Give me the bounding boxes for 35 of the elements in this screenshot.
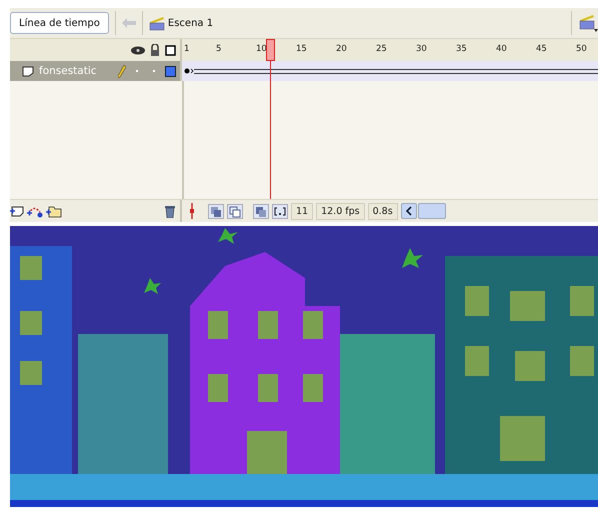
timeline-button[interactable]: Línea de tiempo: [10, 12, 109, 34]
scene-name[interactable]: Escena 1: [168, 18, 214, 28]
frame-number: 30: [416, 44, 427, 54]
lock-icon[interactable]: [150, 44, 160, 56]
onion-outline-icon[interactable]: [227, 204, 243, 218]
frame-number: 10: [256, 44, 267, 54]
layer-outline-icon[interactable]: [165, 66, 176, 76]
onion-markers-icon[interactable]: [272, 204, 288, 218]
outline-icon[interactable]: [165, 44, 176, 56]
layer-icon: [22, 66, 34, 76]
frame-number: 20: [336, 44, 347, 54]
frame-number: 25: [376, 44, 387, 54]
edit-multiple-frames-icon[interactable]: [253, 204, 269, 218]
frame-number: 15: [296, 44, 307, 54]
folder-icon[interactable]: [46, 204, 62, 218]
frame-number: 40: [496, 44, 507, 54]
onion-skin-icon[interactable]: [208, 204, 224, 218]
keyframe-icon[interactable]: [184, 68, 194, 74]
frame-number: 50: [576, 44, 587, 54]
insert-layer-icon[interactable]: [10, 205, 24, 217]
eye-icon[interactable]: [131, 46, 145, 54]
frame-rate[interactable]: 12.0 fps: [316, 202, 365, 220]
trash-icon[interactable]: [164, 204, 176, 218]
playhead[interactable]: [266, 39, 276, 61]
frame-number: 45: [536, 44, 547, 54]
frame-number: 1: [184, 44, 190, 54]
scroll-left-icon[interactable]: [400, 203, 417, 219]
pencil-icon: [118, 64, 126, 78]
scroll-thumb[interactable]: [418, 203, 446, 219]
frame-number: 35: [456, 44, 467, 54]
clapperboard-icon: [148, 15, 165, 31]
frame-number: 5: [216, 44, 222, 54]
current-frame: 11: [291, 202, 314, 220]
elapsed-time: 0.8s: [368, 202, 398, 220]
scene-menu-icon[interactable]: [578, 14, 598, 32]
